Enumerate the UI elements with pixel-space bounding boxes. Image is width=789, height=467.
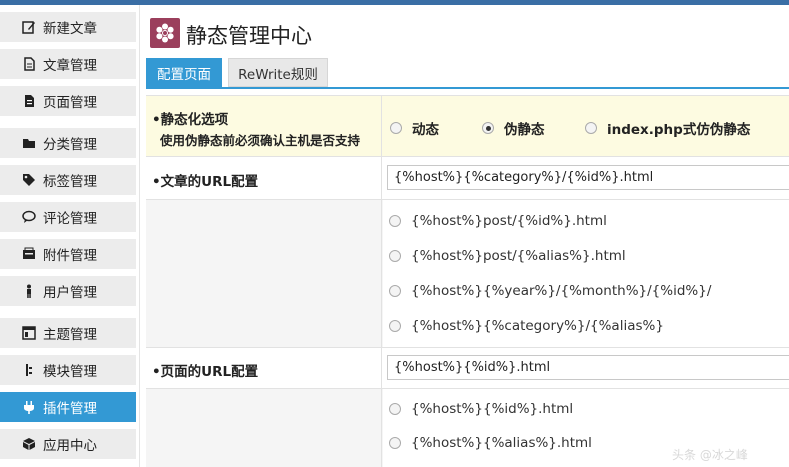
mode-option-index-php[interactable]: index.php式仿伪静态 [585,118,750,138]
page-url-label-cell: •页面的URL配置 [146,348,382,388]
radio-page-preset[interactable] [389,403,401,415]
sidebar-item-modules[interactable]: 模块管理 [0,355,136,385]
static-mode-label: •静态化选项 [152,112,229,128]
sidebar-item-tags[interactable]: 标签管理 [0,165,136,195]
sidebar-item-app-center[interactable]: 应用中心 [0,429,136,459]
static-mode-label-cell: •静态化选项 使用伪静态前必须确认主机是否支持 [146,96,382,156]
page-preset-option[interactable]: {%host%}{%id%}.html [389,401,573,417]
attachment-icon [22,247,36,261]
page-url-input[interactable]: {%host%}{%id%}.html [387,355,789,380]
article-url-value-cell: {%host%}{%category%}/{%id%}.html [383,157,789,199]
module-icon [22,363,36,377]
sidebar-item-new-article[interactable]: 新建文章 [0,12,136,42]
sidebar-item-attachments[interactable]: 附件管理 [0,239,136,269]
theme-icon [22,326,36,340]
page-url-label: •页面的URL配置 [152,364,259,380]
sidebar-item-label: 用户管理 [43,285,97,301]
folder-icon [22,136,36,150]
app-center-icon [22,437,36,451]
sidebar-item-label: 页面管理 [43,95,97,111]
user-icon [22,284,36,298]
sidebar-item-categories[interactable]: 分类管理 [0,128,136,158]
sidebar-item-users[interactable]: 用户管理 [0,276,136,306]
sidebar-item-articles[interactable]: 文章管理 [0,49,136,79]
sidebar-item-pages[interactable]: 页面管理 [0,86,136,116]
document-icon [22,57,36,71]
mode-option-dynamic[interactable]: 动态 [390,118,439,138]
radio-article-preset[interactable] [389,285,401,297]
static-mode-row: •静态化选项 使用伪静态前必须确认主机是否支持 动态 伪静态 index.php… [146,95,789,157]
page-icon [22,94,36,108]
edit-icon [22,20,36,34]
page-preset-option[interactable]: {%host%}{%alias%}.html [389,435,592,451]
page-title: 静态管理中心 [186,24,312,48]
radio-index-php[interactable] [585,122,597,134]
sidebar-item-label: 附件管理 [43,248,97,264]
sidebar-item-label: 评论管理 [43,211,97,227]
article-preset-option[interactable]: {%host%}{%category%}/{%alias%} [389,318,664,334]
article-url-input[interactable]: {%host%}{%category%}/{%id%}.html [387,165,789,190]
tab-config-page[interactable]: 配置页面 [146,58,222,87]
page-url-row: •页面的URL配置 {%host%}{%id%}.html [146,348,789,389]
article-preset-option[interactable]: {%host%}post/{%id%}.html [389,213,607,229]
sidebar-item-comments[interactable]: 评论管理 [0,202,136,232]
radio-page-preset[interactable] [389,437,401,449]
article-url-row: •文章的URL配置 {%host%}{%category%}/{%id%}.ht… [146,157,789,200]
article-url-presets-row: {%host%}post/{%id%}.html {%host%}post/{%… [146,200,789,348]
sidebar-item-label: 插件管理 [43,401,97,417]
radio-article-preset[interactable] [389,250,401,262]
comment-icon [22,210,36,224]
tab-underline [146,87,789,89]
radio-article-preset[interactable] [389,320,401,332]
sidebar-item-label: 文章管理 [43,58,97,74]
flower-logo-icon [150,18,180,48]
page-url-value-cell: {%host%}{%id%}.html [383,348,789,388]
radio-article-preset[interactable] [389,215,401,227]
radio-pseudo-static[interactable] [482,122,494,134]
static-mode-note: 使用伪静态前必须确认主机是否支持 [160,133,361,148]
article-preset-option[interactable]: {%host%}{%year%}/{%month%}/{%id%}/ [389,283,711,299]
article-preset-option[interactable]: {%host%}post/{%alias%}.html [389,248,626,264]
tag-icon [22,173,36,187]
sidebar-item-label: 分类管理 [43,137,97,153]
sidebar-item-label: 主题管理 [43,327,97,343]
sidebar: 新建文章 文章管理 页面管理 分类管理 标签管理 评论管理 附件管理 用户管理 … [0,5,140,467]
article-url-label: •文章的URL配置 [152,174,259,190]
tab-rewrite-rules[interactable]: ReWrite规则 [228,58,328,87]
radio-dynamic[interactable] [390,122,402,134]
page-presets-label-cell [146,389,382,467]
article-presets-label-cell [146,200,382,347]
plugin-icon [22,400,36,414]
article-presets-cell: {%host%}post/{%id%}.html {%host%}post/{%… [383,200,789,347]
sidebar-item-label: 应用中心 [43,438,97,454]
sidebar-item-label: 新建文章 [43,21,97,37]
sidebar-item-label: 标签管理 [43,174,97,190]
watermark: 头条 @冰之峰 [672,448,748,462]
sidebar-item-label: 模块管理 [43,364,97,380]
mode-option-pseudo-static[interactable]: 伪静态 [482,118,545,138]
static-mode-options: 动态 伪静态 index.php式仿伪静态 [383,96,789,156]
article-url-label-cell: •文章的URL配置 [146,157,382,199]
sidebar-item-themes[interactable]: 主题管理 [0,318,136,348]
sidebar-item-plugins[interactable]: 插件管理 [0,392,136,422]
